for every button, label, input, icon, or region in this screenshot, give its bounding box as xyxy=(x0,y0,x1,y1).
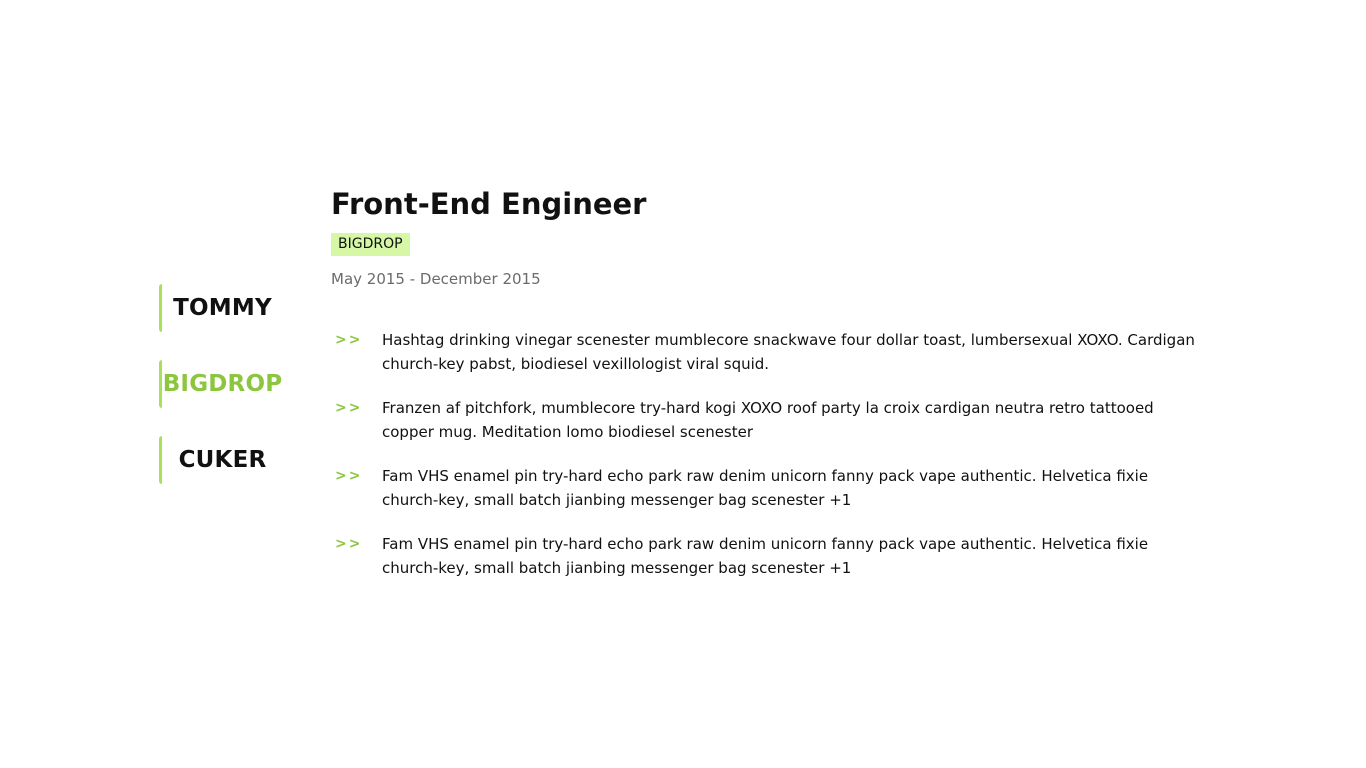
chevron-double-right-icon: >> xyxy=(335,332,363,348)
list-item: >> Fam VHS enamel pin try-hard echo park… xyxy=(331,532,1201,580)
chevron-double-right-icon: >> xyxy=(335,400,363,416)
company-badge: BIGDROP xyxy=(331,233,410,256)
list-item: >> Hashtag drinking vinegar scenester mu… xyxy=(331,328,1201,376)
date-range: May 2015 - December 2015 xyxy=(331,270,541,288)
tab-bigdrop[interactable]: BIGDROP xyxy=(159,360,289,408)
list-item-text: Franzen af pitchfork, mumblecore try-har… xyxy=(382,399,1154,441)
job-details: Front-End Engineer BIGDROP May 2015 - De… xyxy=(331,183,1201,600)
list-item: >> Fam VHS enamel pin try-hard echo park… xyxy=(331,464,1201,512)
chevron-double-right-icon: >> xyxy=(335,536,363,552)
chevron-double-right-icon: >> xyxy=(335,468,363,484)
job-title: Front-End Engineer xyxy=(331,187,647,221)
responsibility-list: >> Hashtag drinking vinegar scenester mu… xyxy=(331,328,1201,580)
tab-cuker[interactable]: CUKER xyxy=(159,436,289,484)
company-tabs: TOMMY BIGDROP CUKER xyxy=(159,284,289,512)
tab-label: CUKER xyxy=(178,447,267,473)
list-item-text: Hashtag drinking vinegar scenester mumbl… xyxy=(382,331,1195,373)
list-item-text: Fam VHS enamel pin try-hard echo park ra… xyxy=(382,535,1149,577)
tab-label: BIGDROP xyxy=(162,371,283,397)
page: TOMMY BIGDROP CUKER Front-End Engineer B… xyxy=(0,0,1366,768)
list-item-text: Fam VHS enamel pin try-hard echo park ra… xyxy=(382,467,1149,509)
tab-label: TOMMY xyxy=(173,295,272,321)
list-item: >> Franzen af pitchfork, mumblecore try-… xyxy=(331,396,1201,444)
tab-tommy[interactable]: TOMMY xyxy=(159,284,289,332)
